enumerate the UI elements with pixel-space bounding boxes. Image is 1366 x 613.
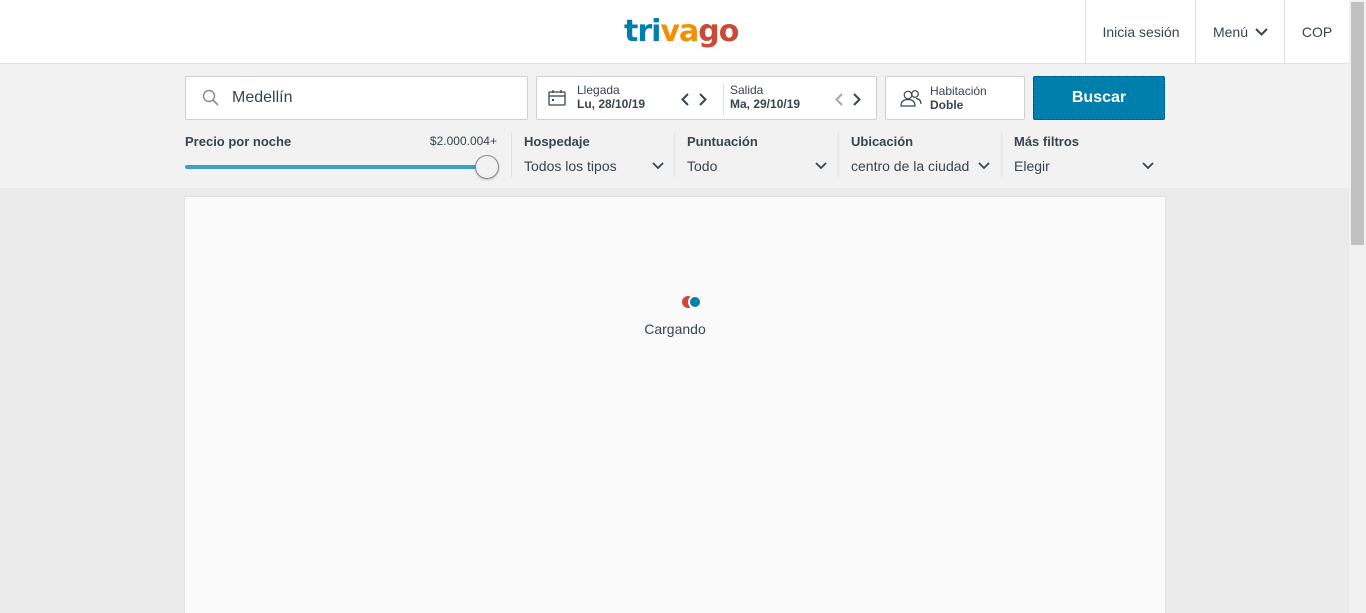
room-selector[interactable]: Habitación Doble [885, 76, 1025, 120]
checkout-next-button[interactable] [850, 91, 864, 107]
price-slider-track[interactable] [185, 165, 487, 169]
search-area: Llegada Lu, 28/10/19 Salida Ma, 29/10/19… [0, 64, 1349, 188]
room-value: Doble [930, 98, 964, 112]
room-label: Habitación [930, 84, 987, 98]
checkin-date[interactable]: Llegada Lu, 28/10/19 [577, 83, 645, 111]
menu-label: Menú [1212, 23, 1249, 40]
search-icon [202, 89, 219, 106]
checkout-date[interactable]: Salida Ma, 29/10/19 [730, 83, 800, 111]
location-value: centro de la ciudad [851, 158, 970, 174]
chevron-down-icon [815, 162, 827, 170]
search-button-label: Buscar [1071, 89, 1127, 106]
chevron-down-icon [652, 162, 664, 170]
search-button[interactable]: Buscar [1033, 76, 1165, 120]
date-picker[interactable]: Llegada Lu, 28/10/19 Salida Ma, 29/10/19 [536, 76, 877, 120]
lodging-title: Hospedaje [524, 134, 590, 149]
checkin-label: Llegada [577, 83, 620, 97]
trivago-logo[interactable]: trivago [624, 13, 739, 51]
location-filter[interactable]: Ubicación centro de la ciudad [838, 133, 1001, 177]
checkin-value: Lu, 28/10/19 [577, 97, 646, 111]
chevron-down-icon [1142, 162, 1154, 170]
logo-part-tri: tri [624, 14, 661, 49]
destination-field[interactable] [185, 76, 528, 120]
price-slider-handle[interactable] [475, 155, 499, 179]
top-header: trivago Inicia sesión Menú COP [0, 0, 1349, 64]
more-filters-value: Elegir [1014, 158, 1050, 174]
page-scrollbar[interactable] [1349, 0, 1366, 613]
chevron-right-icon [853, 92, 861, 106]
chevron-left-icon [681, 92, 689, 106]
menu-button[interactable]: Menú [1195, 0, 1285, 63]
more-filters[interactable]: Más filtros Elegir [1001, 133, 1165, 177]
rating-title: Puntuación [687, 134, 758, 149]
loading-text: Cargando [644, 321, 706, 337]
rating-filter[interactable]: Puntuación Todo [674, 133, 838, 177]
chevron-down-icon [1255, 27, 1268, 36]
results-panel: Cargando [184, 196, 1166, 613]
destination-input[interactable] [232, 88, 512, 108]
date-divider [723, 83, 724, 115]
location-title: Ubicación [851, 134, 914, 149]
spinner-dot-blue [688, 295, 702, 309]
chevron-left-icon [835, 92, 843, 106]
logo-part-va: va [660, 14, 699, 49]
checkout-label: Salida [730, 83, 764, 97]
rating-value: Todo [687, 158, 718, 174]
login-link[interactable]: Inicia sesión [1085, 0, 1196, 63]
checkin-prev-button[interactable] [678, 91, 692, 107]
lodging-filter[interactable]: Hospedaje Todos los tipos [511, 133, 674, 177]
scrollbar-thumb[interactable] [1351, 2, 1364, 245]
checkout-prev-button[interactable] [832, 91, 846, 107]
chevron-right-icon [699, 92, 707, 106]
price-max-label: $2.000.004+ [429, 134, 497, 148]
chevron-down-icon [978, 162, 990, 170]
calendar-icon [548, 90, 566, 106]
logo-part-go: go [698, 14, 739, 49]
currency-selector[interactable]: COP [1284, 0, 1349, 63]
currency-label: COP [1301, 23, 1333, 40]
users-icon [900, 90, 922, 107]
lodging-value: Todos los tipos [524, 158, 617, 174]
login-label: Inicia sesión [1102, 23, 1180, 40]
more-filters-title: Más filtros [1014, 134, 1080, 149]
loading-spinner [682, 295, 706, 309]
checkin-next-button[interactable] [696, 91, 710, 107]
price-filter: Precio por noche $2.000.004+ [185, 134, 499, 179]
checkout-value: Ma, 29/10/19 [730, 97, 801, 111]
